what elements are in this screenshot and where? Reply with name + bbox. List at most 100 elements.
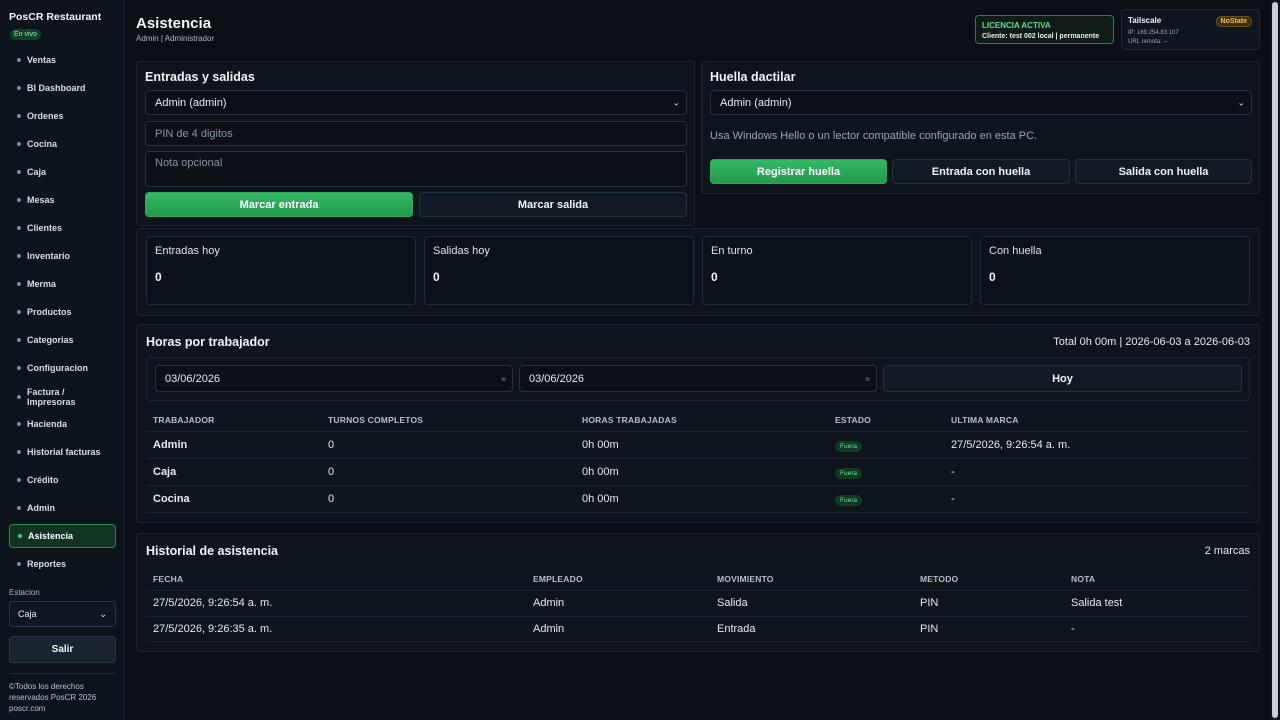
tailscale-ip: IP: 169.254.83.107 (1128, 30, 1179, 36)
hours-panel: Horas por trabajador Total 0h 00m | 2026… (136, 324, 1260, 523)
logout-button[interactable]: Salir (9, 636, 116, 663)
bullet-icon (17, 366, 21, 370)
bullet-icon (17, 198, 21, 202)
worker-name: Caja (153, 466, 177, 478)
sidebar-item-admin[interactable]: Admin (9, 496, 116, 520)
bullet-icon (17, 562, 21, 566)
today-button[interactable]: Hoy (883, 365, 1242, 392)
sidebar-item-label: Asistencia (28, 531, 74, 541)
fingerprint-check-out-button[interactable]: Salida con huella (1075, 159, 1252, 184)
sidebar-item-ventas[interactable]: Ventas (9, 48, 116, 72)
sidebar-item-caja[interactable]: Caja (9, 160, 116, 184)
bullet-icon (17, 114, 21, 118)
sidebar-item-bi-dashboard[interactable]: BI Dashboard (9, 76, 116, 100)
sidebar-item-cocina[interactable]: Cocina (9, 132, 116, 156)
live-status-badge: En vivo (10, 29, 41, 40)
history-movement: Entrada (717, 623, 756, 635)
column-header: EMPLEADO (533, 574, 583, 584)
sidebar-item-asistencia[interactable]: Asistencia (9, 524, 116, 548)
scrollbar-thumb[interactable] (1272, 2, 1278, 718)
date-to-input[interactable]: 03/06/2026 ■ (519, 365, 877, 392)
entries-title: Entradas y salidas (145, 70, 255, 84)
bullet-icon (17, 450, 21, 454)
stat-value: 0 (711, 270, 718, 284)
column-header: TRABAJADOR (153, 415, 215, 425)
column-header: ULTIMA MARCA (951, 415, 1019, 425)
hours-worked: 0h 00m (582, 439, 619, 451)
station-select[interactable]: Caja ⌄ (9, 601, 116, 627)
sidebar-item-productos[interactable]: Productos (9, 300, 116, 324)
sidebar-item-configuracion[interactable]: Configuracion (9, 356, 116, 380)
bullet-icon (17, 170, 21, 174)
sidebar-item-ordenes[interactable]: Ordenes (9, 104, 116, 128)
sidebar-item-reportes[interactable]: Reportes (9, 552, 116, 576)
page-scrollbar[interactable] (1270, 0, 1280, 720)
hours-worked: 0h 00m (582, 493, 619, 505)
fingerprint-check-in-button[interactable]: Entrada con huella (892, 159, 1070, 184)
sidebar: PosCR Restaurant En vivo Ventas BI Dashb… (0, 0, 125, 720)
history-date: 27/5/2026, 9:26:35 a. m. (153, 623, 273, 635)
sidebar-item-credito[interactable]: Crédito (9, 468, 116, 492)
history-count: 2 marcas (1204, 545, 1250, 557)
stat-label: En turno (711, 245, 753, 257)
history-table: FECHA EMPLEADO MOVIMIENTO METODO NOTA 27… (146, 572, 1250, 644)
check-in-button[interactable]: Marcar entrada (145, 192, 413, 217)
column-header: FECHA (153, 574, 184, 584)
table-row: Admin 0 0h 00m Fuera 27/5/2026, 9:26:54 … (146, 431, 1250, 458)
fingerprint-employee-select[interactable]: Admin (admin) ⌄ (710, 90, 1252, 115)
fingerprint-employee-value: Admin (admin) (720, 96, 792, 109)
fingerprint-hint: Usa Windows Hello o un lector compatible… (710, 130, 1038, 142)
stat-value: 0 (433, 270, 440, 284)
history-note: - (1071, 623, 1075, 635)
sidebar-item-mesas[interactable]: Mesas (9, 188, 116, 212)
calendar-icon[interactable]: ■ (865, 374, 870, 383)
history-title: Historial de asistencia (146, 544, 279, 558)
tailscale-url: URL remota: -- (1128, 39, 1168, 45)
tailscale-card: Tailscale NoState IP: 169.254.83.107 URL… (1121, 9, 1260, 50)
bullet-icon (18, 534, 22, 538)
register-fingerprint-button[interactable]: Registrar huella (710, 159, 887, 184)
history-note: Salida test (1071, 597, 1123, 609)
date-from-input[interactable]: 03/06/2026 ■ (155, 365, 513, 392)
employee-select-value: Admin (admin) (155, 96, 227, 109)
history-panel: Historial de asistencia 2 marcas FECHA E… (136, 533, 1260, 652)
employee-select[interactable]: Admin (admin) ⌄ (145, 90, 687, 115)
brand-name: PosCR Restaurant (9, 11, 102, 23)
sidebar-item-label: Caja (27, 167, 47, 177)
station-select-value: Caja (18, 609, 37, 619)
hours-filter-bar: 03/06/2026 ■ 03/06/2026 ■ Hoy (146, 357, 1250, 401)
tailscale-state-badge: NoState (1215, 16, 1252, 27)
sidebar-item-merma[interactable]: Merma (9, 272, 116, 296)
sidebar-item-hacienda[interactable]: Hacienda (9, 412, 116, 436)
table-row: Cocina 0 0h 00m Fuera - (146, 485, 1250, 513)
calendar-icon[interactable]: ■ (501, 374, 506, 383)
bullet-icon (17, 310, 21, 314)
note-textarea[interactable]: Nota opcional (145, 151, 687, 187)
last-mark: - (951, 493, 955, 505)
status-badge: Fuera (835, 441, 862, 452)
sidebar-item-factura-impresoras[interactable]: Factura / Impresoras (9, 384, 116, 410)
stat-label: Salidas hoy (433, 245, 490, 257)
license-status: LICENCIA ACTIVA (982, 21, 1051, 30)
sidebar-item-label: Categorias (27, 335, 74, 345)
sidebar-item-inventario[interactable]: Inventario (9, 244, 116, 268)
sidebar-nav: Ventas BI Dashboard Ordenes Cocina Caja … (9, 48, 116, 580)
stat-card-en-turno: En turno 0 (702, 236, 972, 305)
chevron-down-icon: ⌄ (672, 97, 680, 107)
bullet-icon (17, 478, 21, 482)
check-out-button[interactable]: Marcar salida (419, 192, 687, 217)
date-to-value: 03/06/2026 (529, 372, 585, 385)
column-header: HORAS TRABAJADAS (582, 415, 677, 425)
last-mark: - (951, 466, 955, 478)
stat-card-salidas: Salidas hoy 0 (424, 236, 694, 305)
column-header: TURNOS COMPLETOS (328, 415, 424, 425)
stat-value: 0 (989, 270, 996, 284)
sidebar-item-clientes[interactable]: Clientes (9, 216, 116, 240)
hours-table: TRABAJADOR TURNOS COMPLETOS HORAS TRABAJ… (146, 411, 1250, 515)
stat-card-con-huella: Con huella 0 (980, 236, 1250, 305)
sidebar-item-categorias[interactable]: Categorias (9, 328, 116, 352)
pin-input[interactable]: PIN de 4 digitos (145, 121, 687, 146)
station-label: Estacion (9, 588, 40, 597)
table-row: 27/5/2026, 9:26:54 a. m. Admin Salida PI… (146, 590, 1250, 616)
sidebar-item-historial-facturas[interactable]: Historial facturas (9, 440, 116, 464)
